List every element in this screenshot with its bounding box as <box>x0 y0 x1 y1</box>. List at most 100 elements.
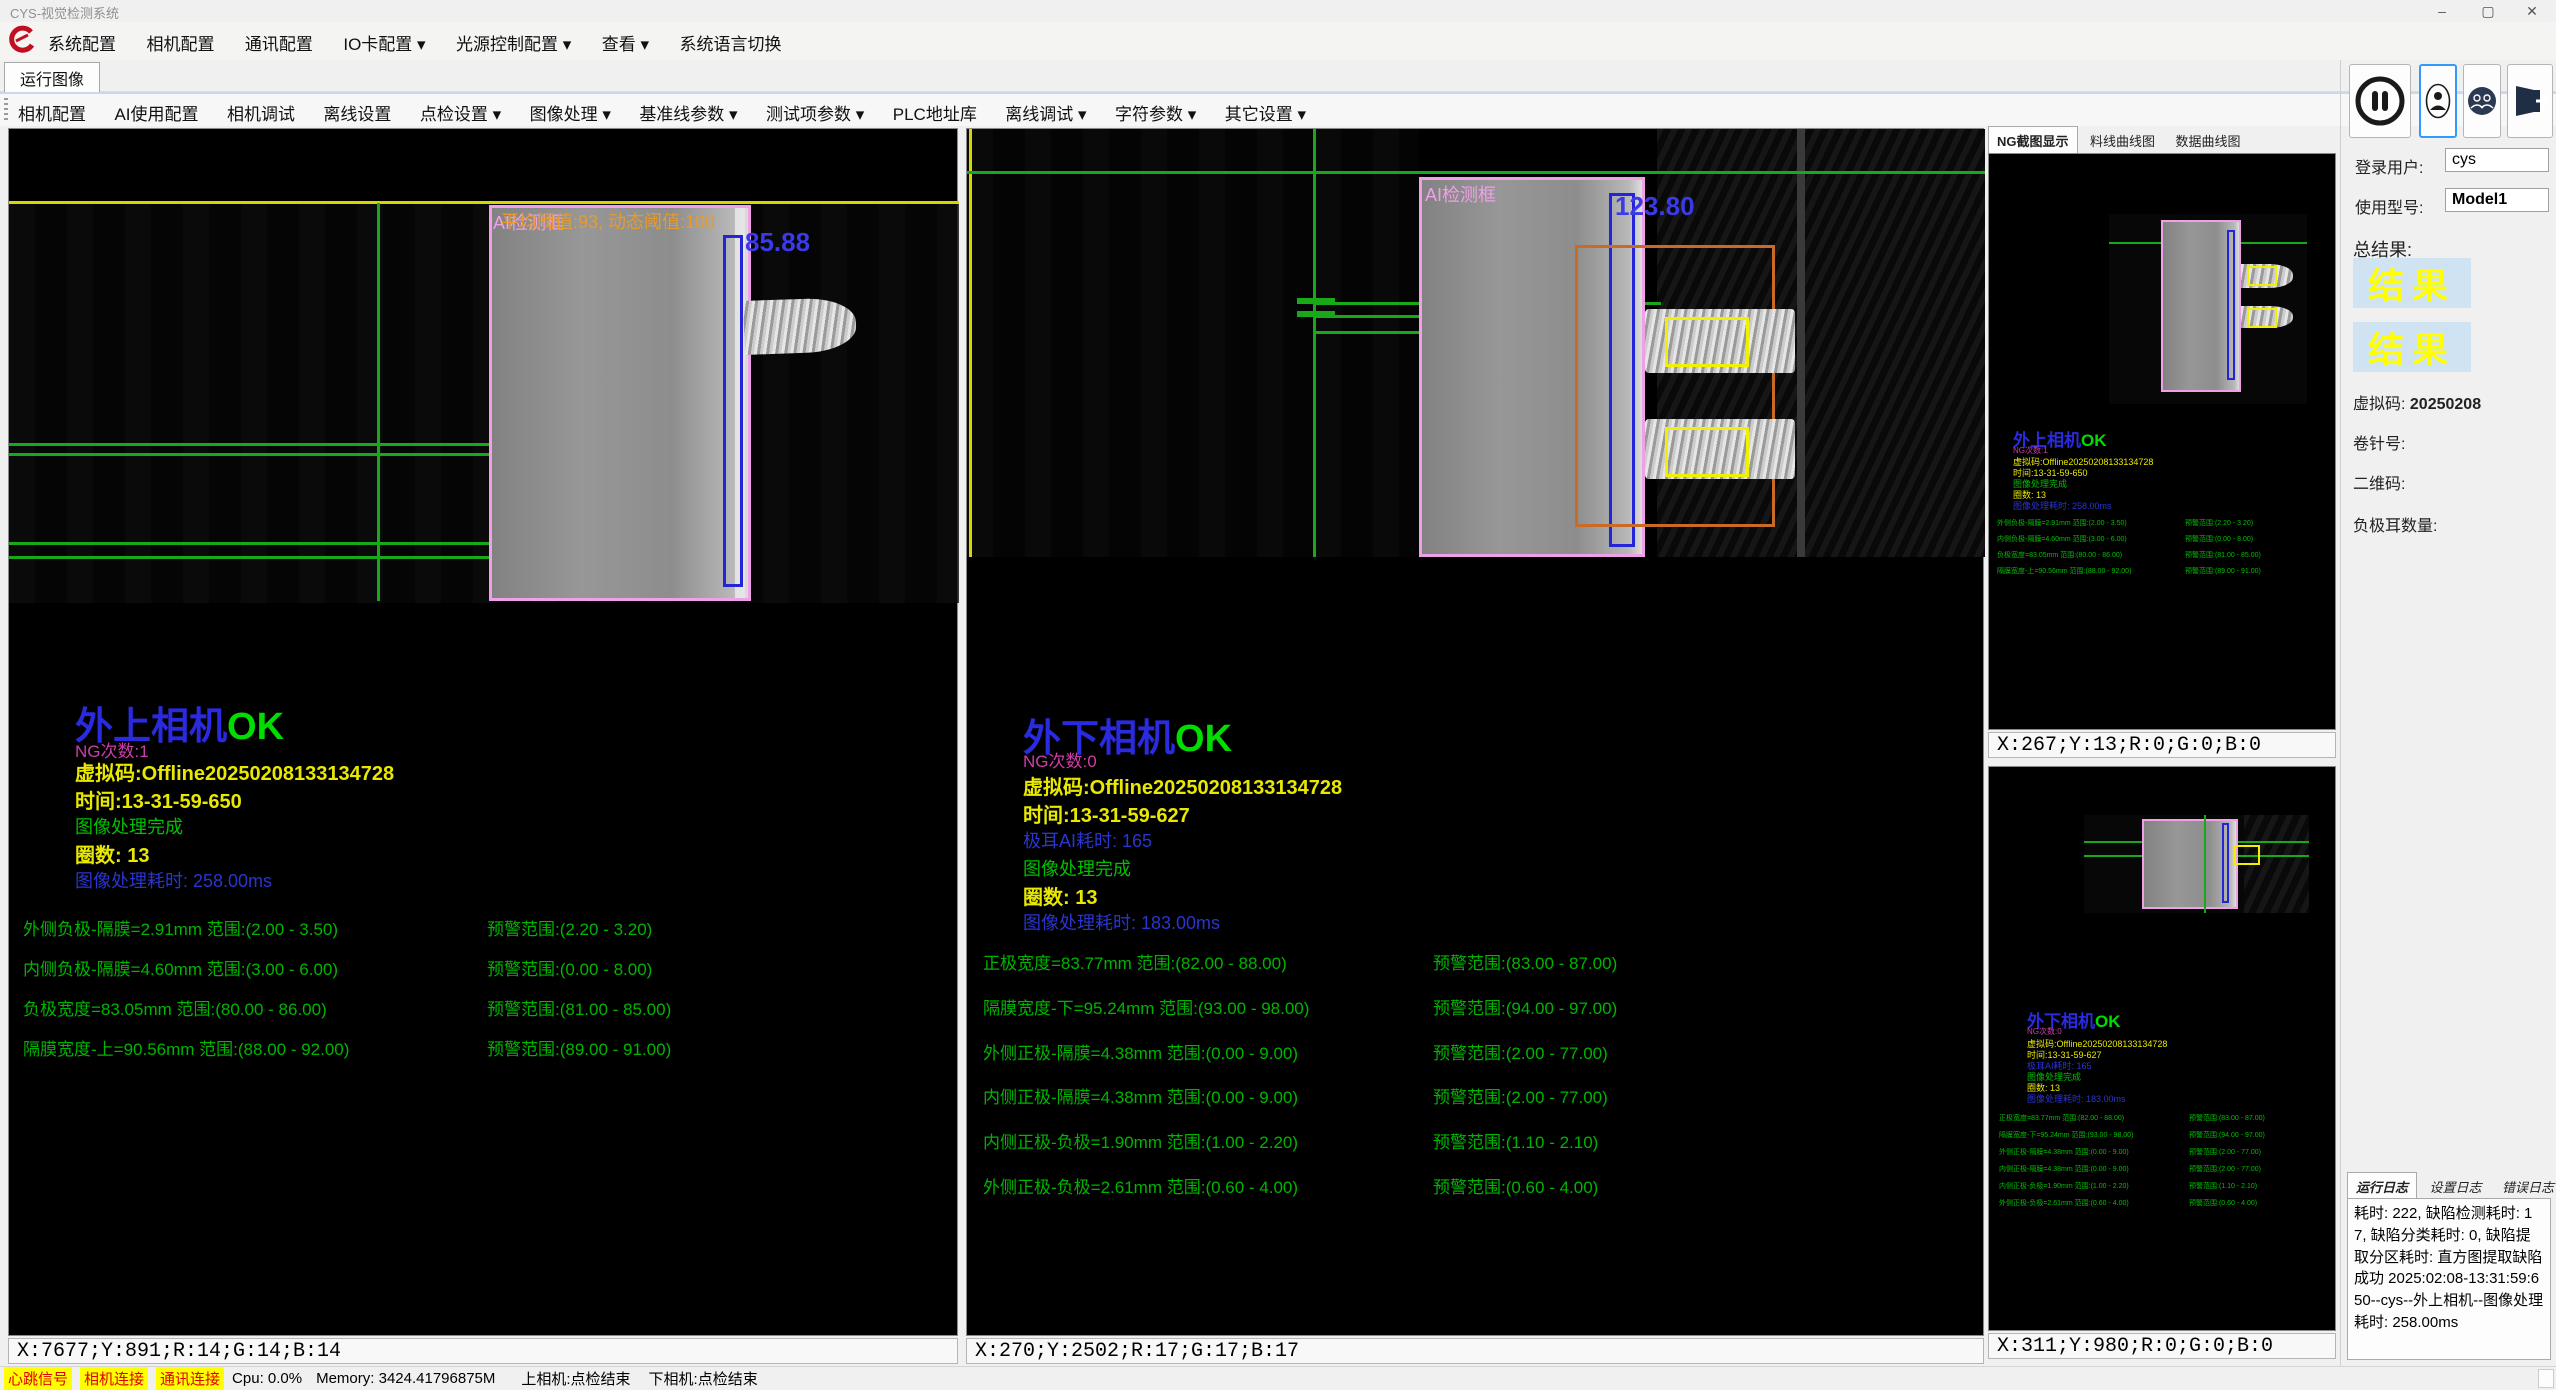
coord-readout: X:7677;Y:891;R:14;G:14;B:14 <box>17 1340 341 1363</box>
measure-mark <box>1297 298 1335 304</box>
lower-camera-coord-bar: X:270;Y:2502;R:17;G:17;B:17 <box>966 1338 1984 1364</box>
measurement: 隔膜宽度-上=90.56mm 范围:(88.00 - 92.00) <box>23 1035 349 1060</box>
mini-ng-count: NG次数:0 <box>2027 1026 2062 1037</box>
camera-result-ok: OK <box>227 706 284 748</box>
close-button[interactable]: ✕ <box>2510 3 2554 20</box>
tool-test-item-params[interactable]: 测试项参数 ▾ <box>766 100 864 125</box>
preview-tabs: NG截图显示 料线曲线图 数据曲线图 <box>1988 126 2336 153</box>
tab-count-label: 负极耳数量: <box>2353 512 2437 536</box>
log-tabs: 运行日志 设置日志 错误日志 <box>2347 1172 2556 1201</box>
yellow-detect-rect <box>1665 317 1749 367</box>
reference-vertical-line <box>1313 129 1316 557</box>
tool-image-processing[interactable]: 图像处理 ▾ <box>530 100 611 125</box>
users-icon <box>2467 86 2497 116</box>
blue-measure-value: 123.80 <box>1615 191 1695 222</box>
app-logo-icon <box>6 25 36 60</box>
tool-other-settings[interactable]: 其它设置 ▾ <box>1225 100 1306 125</box>
tab-data-curve[interactable]: 数据曲线图 <box>2167 127 2248 154</box>
pause-icon <box>2354 75 2406 127</box>
menu-comm-config[interactable]: 通讯配置 <box>245 30 313 55</box>
measure-mark <box>1297 311 1335 317</box>
minimize-button[interactable]: – <box>2420 3 2464 19</box>
mini-measurement-warn: 预警范围:(2.00 - 77.00) <box>2189 1147 2261 1157</box>
status-bar: 心跳信号 相机连接 通讯连接 Cpu: 0.0% Memory: 3424.41… <box>0 1366 2556 1390</box>
upper-camera-check-status: 上相机:点检结束 <box>521 1368 630 1389</box>
tab-error-log[interactable]: 错误日志 <box>2494 1173 2556 1200</box>
virtual-code: 虚拟码:Offline20250208133134728 <box>75 757 394 786</box>
cpu-usage: Cpu: 0.0% <box>232 1370 302 1387</box>
pause-button[interactable] <box>2349 64 2411 138</box>
ai-box-label: AI检测框 <box>1425 181 1496 207</box>
mini-measurement: 负极宽度=83.05mm 范围:(80.00 - 86.00) <box>1997 550 2122 560</box>
user-group-button[interactable] <box>2463 64 2501 138</box>
baseline-green-line <box>967 171 1985 174</box>
tool-offline-debug[interactable]: 离线调试 ▾ <box>1005 100 1086 125</box>
mini-process-elapsed: 图像处理耗时: 258.00ms <box>2013 499 2112 512</box>
result-text: 结果 <box>2368 257 2456 309</box>
login-user-label: 登录用户: <box>2355 154 2423 178</box>
toolbar: 相机配置 AI使用配置 相机调试 离线设置 点检设置 ▾ 图像处理 ▾ 基准线参… <box>0 92 2556 126</box>
tab-line-curve[interactable]: 料线曲线图 <box>2082 127 2163 154</box>
blue-detect-rect <box>723 235 743 587</box>
menu-camera-config[interactable]: 相机配置 <box>146 30 214 55</box>
log-text-area[interactable]: 耗时: 222, 缺陷检测耗时: 17, 缺陷分类耗时: 0, 缺陷提取分区耗时… <box>2347 1198 2551 1360</box>
mini-image <box>2084 815 2309 913</box>
result-text: 结果 <box>2368 321 2456 373</box>
tool-spot-check-settings[interactable]: 点检设置 ▾ <box>420 100 501 125</box>
login-user-field[interactable] <box>2445 148 2549 172</box>
tool-char-params[interactable]: 字符参数 ▾ <box>1115 100 1196 125</box>
title-bar: CYS-视觉检测系统 – ▢ ✕ <box>0 0 2556 22</box>
mini-measurement: 外侧正极-负极=2.61mm 范围:(0.60 - 4.00) <box>1999 1198 2129 1208</box>
edge-yellow-line <box>969 129 972 557</box>
mini-image <box>2109 214 2307 404</box>
current-user-button[interactable] <box>2419 64 2457 138</box>
tool-plc-address-lib[interactable]: PLC地址库 <box>893 100 977 125</box>
menu-io-card-config[interactable]: IO卡配置 ▾ <box>343 30 425 55</box>
mini-measurement-warn: 预警范围:(0.00 - 8.00) <box>2185 534 2253 544</box>
menu-language-switch[interactable]: 系统语言切换 <box>679 30 781 55</box>
coord-readout: X:311;Y:980;R:0;G:0;B:0 <box>1997 1335 2273 1358</box>
resize-grip[interactable] <box>2538 1369 2554 1388</box>
measurement: 外侧正极-隔膜=4.38mm 范围:(0.00 - 9.00) <box>983 1039 1298 1064</box>
electrode-sheet <box>489 205 751 601</box>
qr-label: 二维码: <box>2353 470 2405 494</box>
measurement-warn: 预警范围:(2.00 - 77.00) <box>1433 1083 1608 1108</box>
result-box-2: 结果 <box>2353 322 2471 372</box>
measurement-warn: 预警范围:(2.20 - 3.20) <box>487 915 652 940</box>
mini-measurement-warn: 预警范围:(94.00 - 97.00) <box>2189 1130 2265 1140</box>
ng-preview-upper[interactable]: 外上相机OK NG次数:1 虚拟码:Offline202502081331347… <box>1988 153 2336 730</box>
measurement: 内侧正极-负极=1.90mm 范围:(1.00 - 2.20) <box>983 1128 1298 1153</box>
lower-camera-view[interactable]: AI检测框 123.80 外下相机OK NG次数:0 虚拟码:Offline20… <box>966 128 1984 1336</box>
measure-line <box>9 542 491 545</box>
logout-button[interactable] <box>2507 64 2553 138</box>
tool-camera-config[interactable]: 相机配置 <box>18 100 86 125</box>
measurement: 隔膜宽度-下=95.24mm 范围:(93.00 - 98.00) <box>983 994 1309 1019</box>
mini-measurement: 隔膜宽度-下=95.24mm 范围:(93.00 - 98.00) <box>1999 1130 2133 1140</box>
tool-baseline-params[interactable]: 基准线参数 ▾ <box>639 100 737 125</box>
tool-ai-usage-config[interactable]: AI使用配置 <box>114 100 198 125</box>
tab-run-image[interactable]: 运行图像 <box>4 62 100 92</box>
preview2-coord-bar: X:311;Y:980;R:0;G:0;B:0 <box>1988 1333 2336 1359</box>
upper-camera-view[interactable]: AI检测框 平均阈值:93, 动态阈值:100 85.88 外上相机OK NG次… <box>8 128 958 1336</box>
tab-ng-screenshot[interactable]: NG截图显示 <box>1988 126 2078 155</box>
model-field[interactable] <box>2445 188 2549 212</box>
mini-measurement: 正极宽度=83.77mm 范围:(82.00 - 88.00) <box>1999 1113 2124 1123</box>
menu-light-control-config[interactable]: 光源控制配置 ▾ <box>456 30 571 55</box>
tool-offline-settings[interactable]: 离线设置 <box>323 100 391 125</box>
measure-line <box>9 556 491 559</box>
process-done: 图像处理完成 <box>75 813 183 839</box>
toolbar-grip[interactable] <box>4 98 8 122</box>
tab-run-log[interactable]: 运行日志 <box>2347 1172 2417 1201</box>
vcode-label: 虚拟码: <box>2353 396 2405 413</box>
loop-count: 圈数: 13 <box>75 839 149 868</box>
loop-count: 圈数: 13 <box>1023 881 1097 910</box>
menu-system-config[interactable]: 系统配置 <box>48 30 116 55</box>
tool-camera-debug[interactable]: 相机调试 <box>227 100 295 125</box>
measurement-warn: 预警范围:(0.00 - 8.00) <box>487 955 652 980</box>
mini-measurement: 外侧负极-隔膜=2.91mm 范围:(2.00 - 3.50) <box>1997 518 2127 528</box>
menu-view[interactable]: 查看 ▾ <box>602 30 649 55</box>
result-box-1: 结果 <box>2353 258 2471 308</box>
maximize-button[interactable]: ▢ <box>2466 3 2510 20</box>
tab-settings-log[interactable]: 设置日志 <box>2421 1173 2489 1200</box>
ng-preview-lower[interactable]: 外下相机OK NG次数:0 虚拟码:Offline202502081331347… <box>1988 766 2336 1331</box>
